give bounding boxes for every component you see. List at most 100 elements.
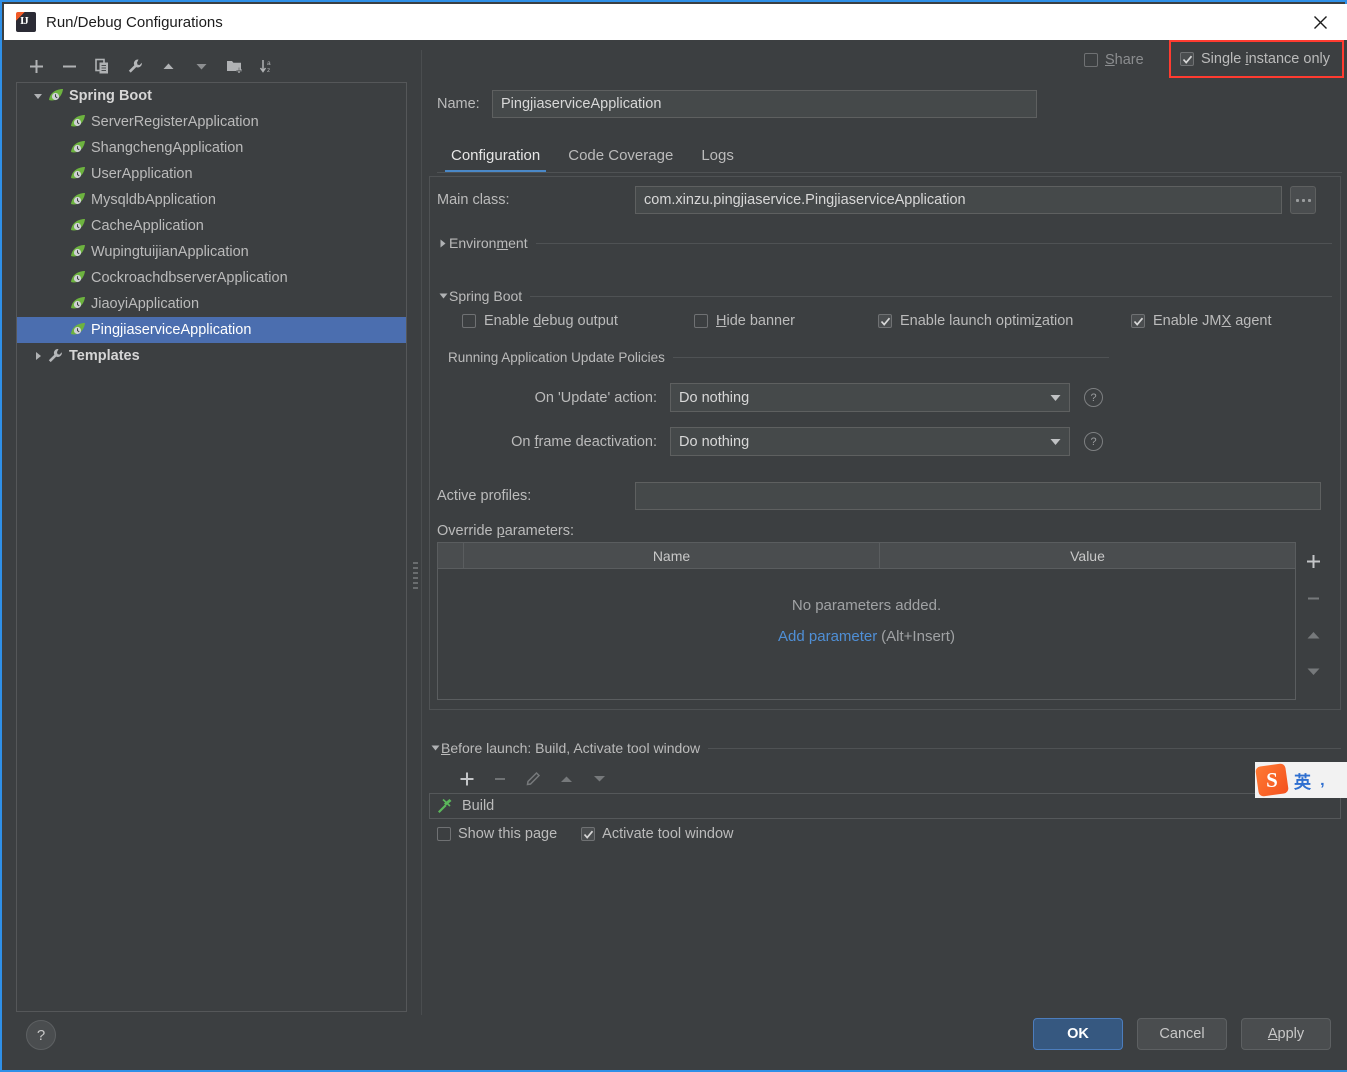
move-parameter-down-button[interactable]: [1300, 661, 1326, 683]
activate-tool-window-group[interactable]: Activate tool window: [581, 826, 734, 842]
tree-label: UserApplication: [91, 166, 193, 182]
table-header-row: Name Value: [438, 543, 1295, 569]
spring-boot-section-header[interactable]: Spring Boot: [437, 288, 1332, 304]
spring-boot-options: Enable debug output Hide banner Enable l…: [444, 313, 1324, 335]
override-parameters-table[interactable]: Name Value No parameters added. Add para…: [437, 542, 1296, 700]
tree-item-jiaoyiapplication[interactable]: JiaoyiApplication: [17, 291, 406, 317]
move-down-button[interactable]: [185, 51, 218, 81]
enable-jmx-agent-checkbox[interactable]: [1131, 314, 1145, 328]
enable-launch-optimization-group[interactable]: Enable launch optimization: [878, 313, 1073, 329]
edit-templates-button[interactable]: [119, 51, 152, 81]
add-configuration-button[interactable]: [20, 51, 53, 81]
remove-configuration-button[interactable]: [53, 51, 86, 81]
name-input[interactable]: [492, 90, 1037, 118]
spring-boot-icon: [47, 88, 65, 104]
frame-deactivation-dropdown[interactable]: Do nothing: [670, 427, 1070, 456]
expand-collapse-icon[interactable]: [29, 91, 47, 101]
frame-deactivation-label: On frame deactivation:: [511, 433, 657, 450]
spring-boot-icon: [69, 192, 87, 208]
edit-task-button[interactable]: [518, 766, 548, 792]
tree-item-userapplication[interactable]: UserApplication: [17, 161, 406, 187]
tab-configuration[interactable]: Configuration: [437, 147, 554, 173]
enable-jmx-agent-group[interactable]: Enable JMX agent: [1131, 313, 1272, 329]
run-debug-configurations-dialog: IJ Run/Debug Configurations a z Spring B…: [0, 0, 1347, 1072]
tree-item-mysqldbapplication[interactable]: MysqldbApplication: [17, 187, 406, 213]
window-title: Run/Debug Configurations: [46, 13, 223, 31]
configurations-panel: a z Spring Boot ServerRegisterApplicatio…: [16, 50, 409, 1015]
spring-boot-icon: [69, 140, 87, 156]
apply-button[interactable]: Apply: [1241, 1018, 1331, 1050]
active-profiles-input[interactable]: [635, 482, 1321, 510]
share-checkbox[interactable]: [1084, 53, 1098, 67]
tree-item-serverregisterapplication[interactable]: ServerRegisterApplication: [17, 109, 406, 135]
chevron-down-icon: [1050, 438, 1061, 445]
help-button[interactable]: ?: [26, 1020, 56, 1050]
tree-item-shangchengapplication[interactable]: ShangchengApplication: [17, 135, 406, 161]
chevron-down-icon: [1050, 394, 1061, 401]
enable-debug-output-group[interactable]: Enable debug output: [462, 313, 618, 329]
override-parameters-area: Name Value No parameters added. Add para…: [437, 542, 1330, 700]
tree-item-cockroachdbserverapplication[interactable]: CockroachdbserverApplication: [17, 265, 406, 291]
configurations-tree[interactable]: Spring Boot ServerRegisterApplication Sh…: [16, 82, 407, 1012]
remove-task-button[interactable]: [485, 766, 515, 792]
dialog-buttons: OK Cancel Apply: [1033, 1018, 1331, 1050]
tree-label: PingjiaserviceApplication: [91, 322, 252, 338]
remove-parameter-button[interactable]: [1300, 587, 1326, 609]
share-checkbox-group[interactable]: Share: [1084, 52, 1144, 68]
splitter-grip[interactable]: [413, 562, 418, 592]
move-task-up-button[interactable]: [551, 766, 581, 792]
tab-logs[interactable]: Logs: [687, 147, 748, 173]
add-task-button[interactable]: [452, 766, 482, 792]
move-parameter-up-button[interactable]: [1300, 624, 1326, 646]
single-instance-only-highlight[interactable]: Single instance only: [1169, 40, 1344, 78]
close-icon[interactable]: [1297, 4, 1343, 40]
hide-banner-group[interactable]: Hide banner: [694, 313, 795, 329]
frame-deactivation-help-icon[interactable]: ?: [1084, 432, 1103, 451]
chevron-right-icon[interactable]: [437, 239, 449, 248]
move-task-down-button[interactable]: [584, 766, 614, 792]
expand-collapse-icon[interactable]: [29, 351, 47, 361]
environment-section-header[interactable]: Environment: [437, 235, 1332, 251]
new-folder-button[interactable]: [218, 51, 251, 81]
copy-configuration-button[interactable]: [86, 51, 119, 81]
sogou-ime-widget[interactable]: S 英 ‚: [1255, 762, 1347, 798]
add-parameter-link[interactable]: Add parameter: [778, 628, 877, 645]
before-launch-section-header[interactable]: Before launch: Build, Activate tool wind…: [429, 740, 1341, 756]
enable-debug-output-checkbox[interactable]: [462, 314, 476, 328]
show-this-page-checkbox[interactable]: [437, 827, 451, 841]
update-action-row: On 'Update' action: Do nothing ?: [474, 383, 1103, 412]
move-up-button[interactable]: [152, 51, 185, 81]
table-header-name: Name: [464, 543, 880, 568]
editor-tabs[interactable]: Configuration Code Coverage Logs: [437, 140, 1342, 173]
tab-code-coverage[interactable]: Code Coverage: [554, 147, 687, 173]
hide-banner-checkbox[interactable]: [694, 314, 708, 328]
chevron-down-icon[interactable]: [429, 744, 441, 752]
ime-mode-label[interactable]: 英: [1294, 768, 1311, 793]
sort-az-button[interactable]: a z: [251, 51, 284, 81]
table-header-checkbox-col: [438, 543, 464, 568]
panel-splitter[interactable]: [409, 50, 421, 1015]
cancel-button[interactable]: Cancel: [1137, 1018, 1227, 1050]
main-class-browse-button[interactable]: [1290, 186, 1316, 214]
chevron-down-icon[interactable]: [437, 292, 449, 300]
tree-group-spring-boot[interactable]: Spring Boot: [17, 83, 406, 109]
comma-icon[interactable]: ‚: [1320, 770, 1325, 790]
before-launch-task-label: Build: [462, 798, 495, 814]
activate-tool-window-checkbox[interactable]: [581, 827, 596, 841]
tree-item-cacheapplication[interactable]: CacheApplication: [17, 213, 406, 239]
add-parameter-button[interactable]: [1300, 550, 1326, 572]
main-class-input[interactable]: [635, 186, 1282, 214]
show-this-page-group[interactable]: Show this page: [437, 826, 557, 842]
tree-group-templates[interactable]: Templates: [17, 343, 406, 369]
spring-boot-icon: [69, 114, 87, 130]
single-instance-only-checkbox[interactable]: [1180, 52, 1194, 66]
tree-item-pingjiaserviceapplication[interactable]: PingjiaserviceApplication: [17, 317, 406, 343]
ok-button[interactable]: OK: [1033, 1018, 1123, 1050]
tree-item-wupingtuijianapplication[interactable]: WupingtuijianApplication: [17, 239, 406, 265]
before-launch-task-list[interactable]: Build: [429, 793, 1341, 819]
enable-launch-optimization-checkbox[interactable]: [878, 314, 892, 328]
update-action-dropdown[interactable]: Do nothing: [670, 383, 1070, 412]
hide-banner-label: Hide banner: [716, 313, 796, 329]
section-divider: [708, 747, 1341, 749]
update-action-help-icon[interactable]: ?: [1084, 388, 1103, 407]
